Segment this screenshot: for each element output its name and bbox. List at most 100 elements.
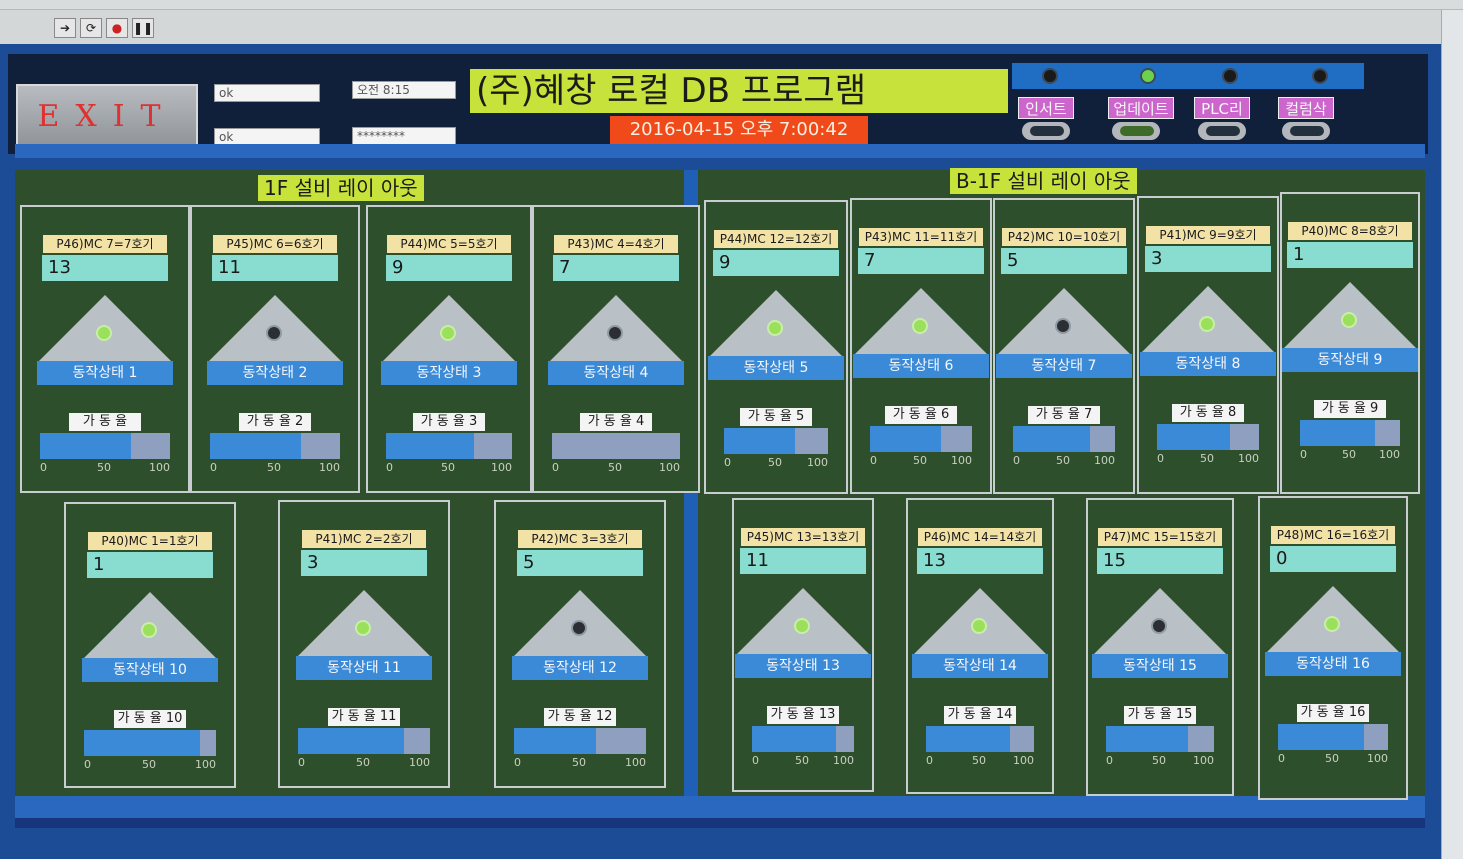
machine-name: P44)MC 12=12호기 bbox=[714, 230, 838, 248]
machine-card: P48)MC 16=16호기 0 동작상태 16 가 동 율 16 0 50 1… bbox=[1258, 496, 1408, 800]
control-toggle-button[interactable] bbox=[1020, 120, 1072, 142]
scale-min: 0 bbox=[926, 754, 933, 767]
utilization-scale: 0 50 100 bbox=[870, 454, 972, 470]
machine-count-field[interactable]: 5 bbox=[517, 550, 643, 576]
utilization-label: 가 동 율 5 bbox=[740, 408, 812, 426]
scale-min: 0 bbox=[386, 461, 393, 474]
control-toggle-button[interactable] bbox=[1280, 120, 1332, 142]
utilization-bar bbox=[40, 433, 170, 459]
utilization-label: 가 동 율 4 bbox=[580, 413, 652, 431]
machine-count-field[interactable]: 9 bbox=[713, 250, 839, 276]
control-label: 컬럼삭제 bbox=[1278, 97, 1334, 140]
machine-name: P42)MC 10=10호기 bbox=[1002, 228, 1126, 246]
utilization-label: 가 동 율 10 bbox=[114, 710, 186, 728]
status-lamp-icon bbox=[971, 618, 987, 634]
vertical-scrollbar[interactable] bbox=[1441, 10, 1463, 859]
toggle-knob bbox=[1206, 126, 1240, 136]
machine-count-field[interactable]: 7 bbox=[553, 255, 679, 281]
datetime-display: 2016-04-15 오후 7:00:42 bbox=[610, 116, 868, 144]
utilization-bar bbox=[724, 428, 828, 454]
machine-count-field[interactable]: 1 bbox=[1287, 242, 1413, 268]
machine-count-field[interactable]: 7 bbox=[858, 248, 984, 274]
machine-name: P44)MC 5=5호기 bbox=[387, 235, 511, 253]
utilization-bar bbox=[1300, 420, 1400, 446]
machine-name: P48)MC 16=16호기 bbox=[1271, 526, 1395, 544]
machine-count-field[interactable]: 15 bbox=[1097, 548, 1223, 574]
utilization-label: 가 동 율 15 bbox=[1124, 706, 1196, 724]
machine-count-field[interactable]: 0 bbox=[1270, 546, 1396, 572]
machine-count-field[interactable]: 13 bbox=[42, 255, 168, 281]
scale-max: 100 bbox=[625, 756, 646, 769]
machine-card: P46)MC 14=14호기 13 동작상태 14 가 동 율 14 0 50 … bbox=[906, 498, 1054, 794]
footer-strip bbox=[15, 818, 1425, 828]
control-indicator-lamp-icon bbox=[1312, 68, 1328, 84]
machine-count-field[interactable]: 11 bbox=[212, 255, 338, 281]
machine-state-label: 동작상태 16 bbox=[1265, 652, 1401, 676]
machine-name: P43)MC 4=4호기 bbox=[554, 235, 678, 253]
control-label: 인서트 bbox=[1018, 97, 1074, 119]
machine-state-label: 동작상태 14 bbox=[912, 654, 1048, 678]
machine-name: P40)MC 1=1호기 bbox=[88, 532, 212, 550]
machine-count-field[interactable]: 1 bbox=[87, 552, 213, 578]
machine-card: P40)MC 8=8호기 1 동작상태 9 가 동 율 9 0 50 100 bbox=[1280, 192, 1420, 494]
scale-min: 0 bbox=[1300, 448, 1307, 461]
scale-mid: 50 bbox=[572, 756, 586, 769]
status-lamp-icon bbox=[266, 325, 282, 341]
password-field[interactable]: ******** bbox=[352, 127, 456, 145]
utilization-bar-fill bbox=[84, 730, 201, 756]
stop-icon[interactable]: ● bbox=[106, 18, 128, 38]
scale-mid: 50 bbox=[1342, 448, 1356, 461]
machine-state-label: 동작상태 10 bbox=[82, 658, 218, 682]
utilization-bar bbox=[870, 426, 972, 452]
status-field-1[interactable]: ok bbox=[214, 84, 320, 102]
utilization-bar bbox=[1013, 426, 1115, 452]
machine-count-field[interactable]: 9 bbox=[386, 255, 512, 281]
machine-state-label: 동작상태 7 bbox=[996, 354, 1132, 378]
scale-min: 0 bbox=[40, 461, 47, 474]
scale-min: 0 bbox=[870, 454, 877, 467]
utilization-bar bbox=[84, 730, 216, 756]
scale-mid: 50 bbox=[1152, 754, 1166, 767]
utilization-label: 가 동 율 6 bbox=[885, 406, 957, 424]
machine-state-label: 동작상태 11 bbox=[296, 656, 432, 680]
utilization-scale: 0 50 100 bbox=[1157, 452, 1259, 468]
utilization-scale: 0 50 100 bbox=[386, 461, 512, 477]
utilization-label: 가 동 율 8 bbox=[1172, 404, 1244, 422]
machine-count-field[interactable]: 5 bbox=[1001, 248, 1127, 274]
scale-mid: 50 bbox=[441, 461, 455, 474]
run-continuous-icon[interactable]: ⟳ bbox=[80, 18, 102, 38]
control-toggle-button[interactable] bbox=[1110, 120, 1162, 142]
utilization-scale: 0 50 100 bbox=[1106, 754, 1214, 770]
machine-state-label: 동작상태 3 bbox=[381, 361, 517, 385]
scale-max: 100 bbox=[149, 461, 170, 474]
utilization-bar-fill bbox=[386, 433, 475, 459]
machine-count-field[interactable]: 11 bbox=[740, 548, 866, 574]
utilization-label: 가 동 율 9 bbox=[1314, 400, 1386, 418]
utilization-scale: 0 50 100 bbox=[752, 754, 854, 770]
machine-count-field[interactable]: 13 bbox=[917, 548, 1043, 574]
utilization-bar-fill bbox=[210, 433, 301, 459]
machine-count-field[interactable]: 3 bbox=[301, 550, 427, 576]
scale-min: 0 bbox=[552, 461, 559, 474]
utilization-scale: 0 50 100 bbox=[210, 461, 340, 477]
machine-name: P40)MC 8=8호기 bbox=[1288, 222, 1412, 240]
machine-count-field[interactable]: 3 bbox=[1145, 246, 1271, 272]
utilization-scale: 0 50 100 bbox=[724, 456, 828, 472]
time-field[interactable]: 오전 8:15 bbox=[352, 81, 456, 99]
control-toggle-button[interactable] bbox=[1196, 120, 1248, 142]
machine-card: P42)MC 3=3호기 5 동작상태 12 가 동 율 12 0 50 100 bbox=[494, 500, 666, 788]
run-arrow-icon[interactable]: ➔ bbox=[54, 18, 76, 38]
machine-card: P43)MC 4=4호기 7 동작상태 4 가 동 율 4 0 50 100 bbox=[532, 205, 700, 493]
machine-state-label: 동작상태 12 bbox=[512, 656, 648, 680]
control-label: PLC리셋 bbox=[1194, 97, 1250, 140]
control-label: 업데이트 bbox=[1108, 97, 1174, 119]
toggle-knob bbox=[1290, 126, 1324, 136]
utilization-bar-fill bbox=[1300, 420, 1375, 446]
status-lamp-icon bbox=[794, 618, 810, 634]
area-1f-title: 1F 설비 레이 아웃 bbox=[258, 175, 424, 201]
exit-button[interactable]: EXIT bbox=[16, 84, 198, 150]
pause-icon[interactable]: ❚❚ bbox=[132, 18, 154, 38]
utilization-bar-fill bbox=[752, 726, 836, 752]
utilization-bar-fill bbox=[40, 433, 131, 459]
scale-mid: 50 bbox=[97, 461, 111, 474]
